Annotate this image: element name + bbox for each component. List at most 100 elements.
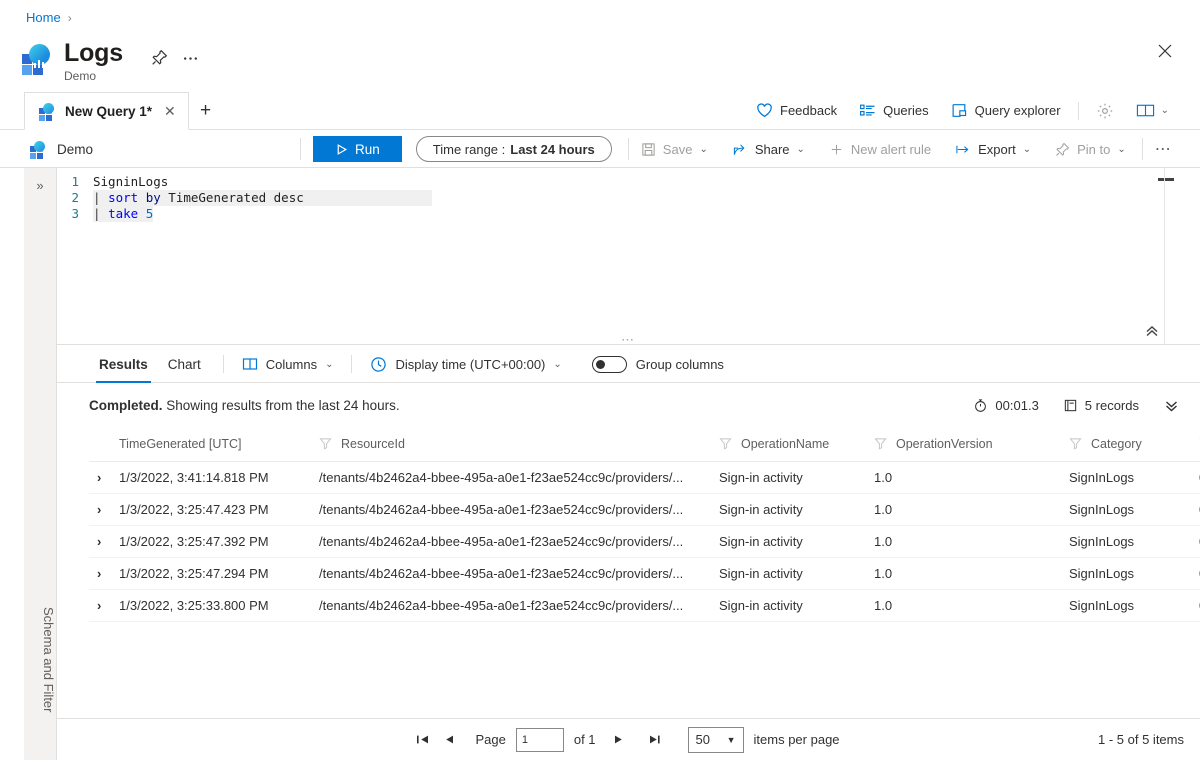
header-resourceid[interactable]: ResourceId	[319, 427, 719, 462]
tab-results[interactable]: Results	[89, 346, 158, 383]
header-operationversion[interactable]: OperationVersion	[874, 427, 1069, 462]
logs-icon	[22, 44, 52, 75]
table-row[interactable]: › 1/3/2022, 3:25:47.392 PM /tenants/4b24…	[89, 525, 1200, 558]
expand-rail-icon[interactable]: »	[24, 178, 56, 193]
chevron-right-icon[interactable]: ›	[89, 502, 101, 517]
save-button[interactable]: Save ⌄	[629, 134, 720, 164]
page-size-select[interactable]: 50 ▼	[687, 726, 744, 753]
book-chevron-down-icon[interactable]: ⌄	[1161, 105, 1169, 116]
table-row[interactable]: › 1/3/2022, 3:25:47.294 PM /tenants/4b24…	[89, 557, 1200, 590]
display-time-chevron-down-icon[interactable]: ⌄	[553, 359, 561, 370]
feedback-button[interactable]: Feedback	[745, 92, 848, 129]
table-row[interactable]: › 1/3/2022, 3:41:14.818 PM /tenants/4b24…	[89, 461, 1200, 494]
display-time-button[interactable]: Display time (UTC+00:00) ⌄	[364, 356, 567, 373]
header-operationname[interactable]: OperationName	[719, 427, 874, 462]
page-subtitle: Demo	[64, 69, 97, 83]
chevron-right-icon[interactable]: ›	[89, 598, 101, 613]
time-range-picker[interactable]: Time range : Last 24 hours	[415, 136, 612, 162]
header-timegenerated[interactable]: TimeGenerated [UTC]	[119, 427, 319, 462]
collapse-results-button[interactable]	[1151, 399, 1184, 412]
row-expand-cell[interactable]: ›	[89, 461, 119, 494]
table-body: › 1/3/2022, 3:41:14.818 PM /tenants/4b24…	[89, 461, 1200, 622]
row-expand-cell[interactable]: ›	[89, 525, 119, 558]
page-of-label: of 1	[573, 732, 596, 747]
query-tab[interactable]: New Query 1* ✕	[24, 92, 189, 130]
header-operationversion-label: OperationVersion	[896, 436, 993, 451]
new-alert-rule-button[interactable]: New alert rule	[817, 134, 943, 164]
status-metrics: 00:01.3 5 records	[961, 398, 1184, 413]
queries-label: Queries	[883, 103, 929, 118]
results-table: TimeGenerated [UTC] ResourceId Operation…	[89, 427, 1200, 622]
add-query-tab-button[interactable]: +	[200, 101, 211, 120]
save-chevron-down-icon[interactable]: ⌄	[699, 144, 707, 155]
row-expand-cell[interactable]: ›	[89, 557, 119, 590]
share-chevron-down-icon[interactable]: ⌄	[797, 144, 805, 155]
chevron-right-icon[interactable]: ›	[89, 470, 101, 485]
run-button[interactable]: Run	[313, 136, 402, 162]
next-page-button[interactable]	[612, 734, 638, 745]
last-page-button[interactable]	[648, 734, 674, 745]
table-row[interactable]: › 1/3/2022, 3:25:47.423 PM /tenants/4b24…	[89, 493, 1200, 526]
breadcrumb-separator: ›	[67, 10, 72, 25]
export-chevron-down-icon[interactable]: ⌄	[1023, 144, 1031, 155]
cell-operationversion: 1.0	[874, 557, 1069, 590]
tab-chart-label: Chart	[167, 356, 201, 372]
chevron-right-icon[interactable]: ›	[89, 534, 101, 549]
breadcrumb-home[interactable]: Home	[26, 10, 61, 25]
scope-selector[interactable]: Demo	[0, 141, 300, 159]
queries-button[interactable]: Queries	[848, 92, 940, 129]
cell-operationversion: 1.0	[874, 461, 1069, 494]
page-number-input[interactable]	[515, 727, 564, 752]
results-grid[interactable]: TimeGenerated [UTC] ResourceId Operation…	[89, 427, 1200, 717]
display-time-label: Display time (UTC+00:00)	[395, 356, 546, 372]
query-tab-close-icon[interactable]: ✕	[162, 103, 178, 120]
previous-page-button[interactable]	[443, 734, 469, 745]
filter-icon[interactable]	[719, 437, 741, 450]
columns-icon	[242, 357, 258, 371]
item-range-label: 1 - 5 of 5 items	[1098, 732, 1184, 747]
table-row[interactable]: › 1/3/2022, 3:25:33.800 PM /tenants/4b24…	[89, 589, 1200, 622]
columns-button[interactable]: Columns ⌄	[236, 357, 340, 372]
settings-button[interactable]	[1085, 92, 1125, 129]
filter-icon[interactable]	[1069, 437, 1091, 450]
share-button[interactable]: Share ⌄	[720, 134, 817, 164]
book-button[interactable]: ⌄	[1125, 92, 1180, 129]
ellipsis-icon[interactable]	[182, 49, 199, 66]
filter-icon[interactable]	[319, 437, 341, 450]
chevron-down-icon: ▼	[726, 734, 736, 745]
group-columns-toggle[interactable]	[591, 355, 627, 373]
query-explorer-button[interactable]: Query explorer	[940, 92, 1072, 129]
row-expand-cell[interactable]: ›	[89, 589, 119, 622]
query-editor[interactable]: 1 SigninLogs 2 | sort by TimeGenerated desc…	[57, 168, 1200, 347]
cell-operationname: Sign-in activity	[719, 589, 874, 622]
columns-chevron-down-icon[interactable]: ⌄	[325, 359, 333, 370]
header-expand	[89, 427, 119, 462]
export-button[interactable]: Export ⌄	[943, 134, 1043, 164]
editor-line: 2 | sort by TimeGenerated desc	[57, 190, 1200, 206]
play-icon	[335, 143, 348, 156]
query-editor-content[interactable]: 1 SigninLogs 2 | sort by TimeGenerated desc…	[57, 168, 1200, 222]
editor-line: 3 | take 5	[57, 206, 1200, 222]
chevron-right-icon[interactable]: ›	[89, 566, 101, 581]
header-category[interactable]: Category	[1069, 427, 1199, 462]
cell-resourceid: /tenants/4b2462a4-bbee-495a-a0e1-f23ae52…	[319, 557, 719, 590]
cell-category: SignInLogs	[1069, 525, 1199, 558]
tab-chart[interactable]: Chart	[158, 346, 211, 383]
filter-icon[interactable]	[874, 437, 896, 450]
gear-icon	[1096, 102, 1114, 120]
collapse-editor-icon[interactable]	[1144, 325, 1160, 338]
list-icon	[859, 102, 876, 119]
schema-filter-rail[interactable]: » Schema and Filter	[24, 168, 57, 760]
pin-to-chevron-down-icon[interactable]: ⌄	[1117, 144, 1125, 155]
close-icon[interactable]	[1154, 40, 1176, 62]
cell-timegenerated: 1/3/2022, 3:25:47.392 PM	[119, 525, 319, 558]
toolbar-more-button[interactable]: ⋯	[1143, 134, 1184, 164]
cell-timegenerated: 1/3/2022, 3:41:14.818 PM	[119, 461, 319, 494]
page-title: Logs	[64, 39, 123, 67]
toggle-knob	[595, 359, 605, 369]
header-resourceid-label: ResourceId	[341, 436, 405, 451]
first-page-button[interactable]	[417, 734, 443, 745]
pin-icon[interactable]	[151, 49, 168, 66]
row-expand-cell[interactable]: ›	[89, 493, 119, 526]
pin-to-button[interactable]: Pin to ⌄	[1043, 134, 1138, 164]
